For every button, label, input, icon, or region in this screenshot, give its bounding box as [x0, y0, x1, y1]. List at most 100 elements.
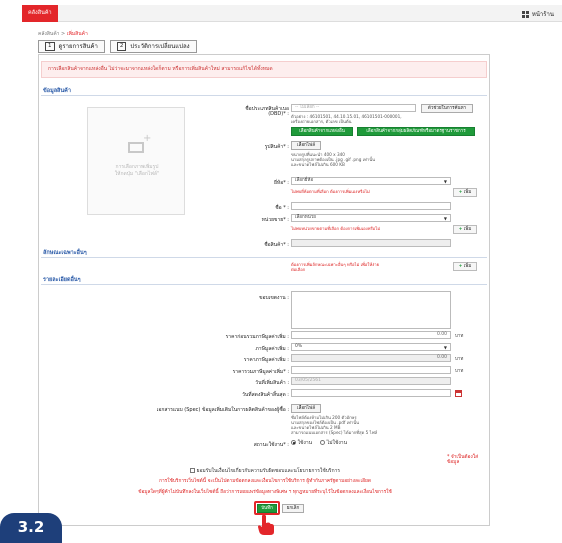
terms-line: ข้อมูลใดๆที่ผู้ค้าไม่บันทึกลงในเว็บไซต์น… — [138, 490, 392, 495]
date-added-input: 03/05/2561 — [291, 377, 451, 385]
price-input[interactable]: 0.00 — [291, 331, 451, 339]
add-label: เพิ่ม — [463, 264, 472, 269]
unit-select-value: เลือกหน่วย — [295, 215, 316, 220]
total-label: ราคารวมภาษีมูลค่าเพิ่ม* : — [232, 369, 289, 375]
chevron-down-icon: ▼ — [443, 345, 447, 350]
breadcrumb-root[interactable]: คลังสินค้า > — [38, 31, 65, 37]
brand-select-value: เลือกยี่ห้อ — [295, 178, 314, 183]
spec-label: เอกสารแนบ (Spec) ข้อมูลเพิ่มเติมในการผลิ… — [156, 407, 289, 413]
add-label: เพิ่ม — [463, 227, 472, 232]
vat-select[interactable]: 0% ▼ — [291, 343, 451, 351]
choose-image-button[interactable]: เลือกไฟล์ — [291, 141, 321, 150]
product-name-input — [291, 239, 451, 247]
radio-icon — [320, 440, 326, 445]
select-other-source-button[interactable]: เลือกสินค้าจากแหล่งอื่น — [291, 127, 353, 136]
type-label-2: (DBD)* : — [268, 111, 289, 117]
cancel-button[interactable]: ยกเลิก — [282, 504, 304, 513]
status-off-option[interactable]: ไม่ใช้งาน — [320, 439, 347, 447]
image-caption-line: ให้กดปุ่ม "เลือกไฟล์" — [114, 171, 160, 177]
tab-label: ประวัติการเปลี่ยนแปลง — [130, 43, 190, 50]
image-icon — [128, 142, 144, 153]
scope-textarea[interactable] — [291, 291, 451, 329]
vat-label: ภาษีมูลค่าเพิ่ม : — [255, 346, 290, 352]
scope-label: ขอบเขตงาน : — [259, 295, 289, 301]
status-label: สถานะใช้งาน* : — [253, 442, 289, 448]
brand-error: ไม่พบยี่ห้อตามที่เลือก ต้องการเพิ่มเองหร… — [291, 189, 370, 194]
image-caption-line: การเลือกภาพเพิ่มรูป — [115, 164, 159, 170]
vat-amount-input: 0.00 — [291, 354, 451, 362]
calendar-icon[interactable] — [455, 390, 462, 397]
name-label: ชื่อ * : — [275, 205, 289, 211]
brand-select[interactable]: เลือกยี่ห้อ ▼ — [291, 177, 451, 185]
price-currency: บาท — [455, 334, 464, 339]
grid-icon — [521, 10, 529, 18]
terms-label: ยอมรับในเงื่อนไขเกี่ยวกับความรับผิดชอบแล… — [196, 468, 341, 474]
image-placeholder: + การเลือกภาพเพิ่มรูป ให้กดปุ่ม "เลือกไฟ… — [87, 107, 185, 215]
section-details: รายละเอียดอื่นๆ — [41, 276, 487, 285]
add-brand-button[interactable]: + เพิ่ม — [453, 188, 477, 197]
chevron-down-icon: ▼ — [443, 179, 447, 184]
plus-icon: + — [458, 264, 463, 269]
product-name-label: ชื่อสินค้า* : — [264, 242, 289, 248]
vat-select-value: 0% — [295, 344, 303, 349]
select-standard-button[interactable]: เลือกสินค้าจากกลุ่มผลิตภัณฑ์หรือมาตรฐานร… — [357, 127, 475, 136]
date-added-label: วันที่เพิ่มสินค้า : — [255, 380, 289, 386]
status-on-option[interactable]: ใช้งาน — [291, 439, 312, 447]
tab-number: 1 — [45, 42, 55, 51]
section-features: ลักษณะเฉพาะอื่นๆ — [41, 249, 487, 258]
feature-hint: ต่อเลือก — [291, 267, 306, 272]
tab-history[interactable]: 2 ประวัติการเปลี่ยนแปลง — [109, 40, 197, 53]
product-form-panel: การเลือกสินค้าจากแหล่งอื่น ไม่ว่าจะมาจาก… — [38, 54, 490, 526]
brand-label: ยี่ห้อ* : — [273, 180, 289, 186]
tab-number: 2 — [116, 42, 127, 51]
chevron-down-icon: ▼ — [443, 216, 447, 221]
breadcrumb-current: เพิ่มสินค้า — [66, 31, 88, 37]
status-off-label: ไม่ใช้งาน — [326, 440, 348, 446]
plus-icon: + — [143, 133, 152, 144]
tab-bar: 1 ดูรายการสินค้า 2 ประวัติการเปลี่ยนแปลง — [38, 40, 197, 53]
status-radio-group: ใช้งาน ไม่ใช้งาน — [291, 439, 347, 447]
status-on-label: ใช้งาน — [297, 440, 313, 446]
search-helper-button[interactable]: ตัวช่วยในการค้นหา — [421, 104, 473, 113]
plus-icon: + — [458, 190, 463, 195]
add-unit-button[interactable]: + เพิ่ม — [453, 225, 477, 234]
total-currency: บาท — [455, 369, 464, 374]
expire-date-input[interactable] — [291, 389, 451, 397]
unit-label: หน่วยขาย* : — [261, 217, 289, 223]
tab-view-products[interactable]: 1 ดูรายการสินค้า — [38, 40, 105, 53]
checkbox[interactable] — [189, 468, 195, 473]
product-type-input[interactable]: -- ไม่เลือก -- — [291, 104, 416, 112]
image-label: รูปสินค้า* : — [264, 144, 289, 150]
breadcrumb: คลังสินค้า > เพิ่มสินค้า — [38, 30, 88, 38]
required-note: * จำเป็นต้องใส่ข้อมูล — [447, 455, 478, 465]
top-bar: คลังสินค้า หน้าร้าน — [22, 5, 562, 22]
type-hint: เครื่องถ่ายเอกสาร, ตัวเลข เป็นต้น — [291, 119, 352, 124]
vat-currency: บาท — [455, 357, 464, 362]
spec-hint: สามารถแนบเอกสาร (Spec) ได้มากที่สุด 5 ไฟ… — [291, 430, 378, 435]
expire-label: วันที่สดงสินค้าสิ้นสุด : — [242, 392, 289, 398]
add-feature-button[interactable]: + เพิ่ม — [453, 262, 477, 271]
choose-spec-button[interactable]: เลือกไฟล์ — [291, 404, 321, 413]
image-hint: และขนาดไฟล์ไม่เกิน 600 KB — [291, 162, 345, 167]
home-label: หน้าร้าน — [531, 11, 554, 18]
unit-select[interactable]: เลือกหน่วย ▼ — [291, 214, 451, 222]
tab-label: ดูรายการสินค้า — [58, 43, 98, 50]
unit-error: ไม่พบหน่วยขายตามที่เลือก ต้องการเพิ่มเอง… — [291, 226, 381, 231]
terms-line: การใช้บริการเว็บไซต์นี้ จะเป็นไปตามข้อตก… — [159, 479, 371, 484]
brand-tab[interactable]: คลังสินค้า — [22, 5, 58, 22]
plus-icon: + — [458, 227, 463, 232]
vat-amount-label: ราคาภาษีมูลค่าเพิ่ม : — [243, 357, 289, 363]
terms-checkbox-row[interactable]: ยอมรับในเงื่อนไขเกี่ยวกับความรับผิดชอบแล… — [39, 467, 491, 475]
notice-banner: การเลือกสินค้าจากแหล่งอื่น ไม่ว่าจะมาจาก… — [41, 61, 487, 78]
pointing-hand-icon — [258, 514, 274, 535]
section-product-info: ข้อมูลสินค้า — [41, 87, 487, 96]
home-link[interactable]: หน้าร้าน — [521, 9, 554, 19]
save-button[interactable]: บันทึก — [257, 504, 277, 513]
image-caption: การเลือกภาพเพิ่มรูป ให้กดปุ่ม "เลือกไฟล์… — [88, 164, 186, 178]
step-badge: 3.2 — [0, 513, 62, 543]
add-label: เพิ่ม — [463, 190, 472, 195]
total-input[interactable] — [291, 366, 451, 374]
price-label: ราคาก่อนรวมภาษีมูลค่าเพิ่ม : — [225, 334, 289, 340]
radio-icon — [291, 440, 296, 445]
name-input[interactable] — [291, 202, 451, 210]
